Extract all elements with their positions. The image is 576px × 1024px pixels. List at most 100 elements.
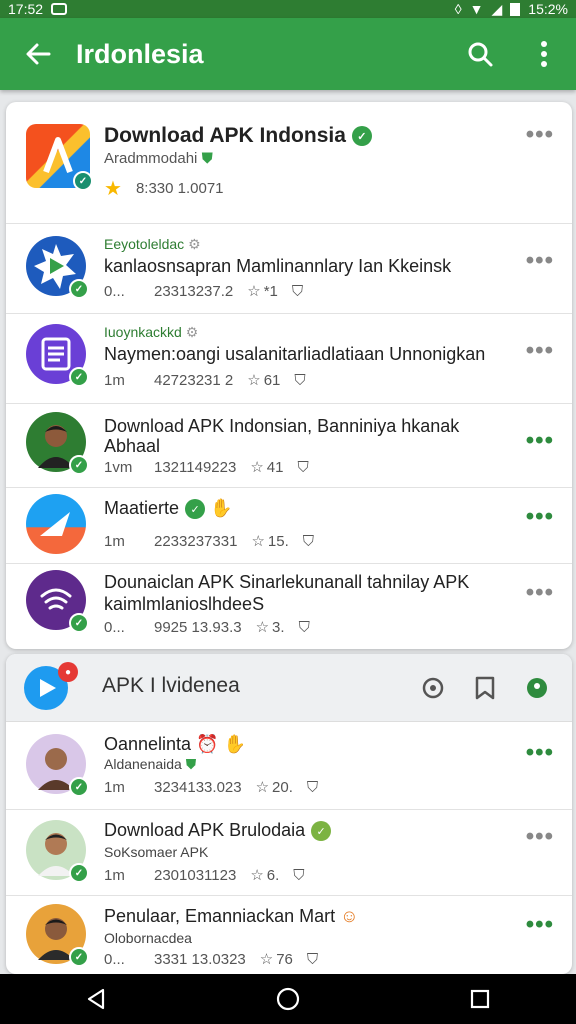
system-nav-bar xyxy=(0,974,576,1024)
verified-badge-icon: ✓ xyxy=(69,455,89,475)
app-meta: 0... 9925 13.93.3 ☆ 3. ⛉ xyxy=(104,618,502,637)
app-list-card: ✓ Download APK Indonsia ✓ Aradmmodahi ⛊ ★… xyxy=(6,102,572,649)
shield-icon: ⛉ xyxy=(302,532,315,550)
list-item[interactable]: ✓ Download APK Indonsian, Banniniya hkan… xyxy=(6,404,572,488)
more-button[interactable]: ••• xyxy=(526,249,554,273)
meta-prefix: 0... xyxy=(104,618,125,636)
verified-badge-icon: ✓ xyxy=(69,863,89,883)
location-pin-icon xyxy=(527,678,547,698)
avatar: ✓ xyxy=(26,904,89,967)
bookmark-button[interactable] xyxy=(470,673,500,703)
rating: ☆ 3. xyxy=(255,618,285,637)
section-card: ● APK I lvidenea ✓ Oannelinta ⏰ ✋ Aldane… xyxy=(6,654,572,974)
nav-recents-button[interactable] xyxy=(440,974,520,1024)
featured-app-developer: Aradmmodahi ⛊ xyxy=(104,150,213,167)
search-button[interactable] xyxy=(448,18,512,90)
battery-icon xyxy=(510,2,521,16)
meta-prefix: 1m xyxy=(104,866,125,884)
list-item[interactable]: ✓ Dounaiclan APK Sinarlekunanall tahnila… xyxy=(6,564,572,649)
avatar: ✓ xyxy=(26,412,89,475)
overflow-menu-button[interactable] xyxy=(512,18,576,90)
star-outline-icon: ☆ xyxy=(251,533,265,550)
emoji-icon: ☺ xyxy=(340,906,359,926)
more-button[interactable]: ••• xyxy=(526,339,554,363)
star-outline-icon: ☆ xyxy=(250,867,264,884)
featured-app-stats: ★ 8:330 1.0071 xyxy=(104,176,502,201)
app-meta: 1m 2233237331 ☆ 15. ⛉ xyxy=(104,532,502,551)
featured-stats-text: 8:330 1.0071 xyxy=(135,180,224,197)
status-time: 17:52 xyxy=(8,1,44,17)
meta-prefix: 0... xyxy=(104,282,125,300)
rating: ☆ 76 xyxy=(259,950,293,969)
star-outline-icon: ☆ xyxy=(255,619,270,636)
app-description: Naymen:oangi usalanitarliadlatiaan Unnon… xyxy=(104,344,486,364)
meta-prefix: 1m xyxy=(104,778,125,796)
page-title: Irdonlesia xyxy=(76,38,204,69)
refresh-button[interactable] xyxy=(418,673,448,703)
list-item[interactable]: ✓ Penulaar, Emanniackan Mart ☺ Olobornac… xyxy=(6,896,572,974)
featured-more-button[interactable]: ••• xyxy=(526,123,554,147)
battery-percent: 15:2% xyxy=(528,1,568,17)
hand-icon: ✋ xyxy=(223,734,246,754)
download-count: 2233237331 xyxy=(154,532,238,550)
download-count: 3234133.023 xyxy=(154,778,242,796)
featured-app-row[interactable]: ✓ Download APK Indonsia ✓ Aradmmodahi ⛊ ★… xyxy=(6,102,572,224)
meta-prefix: 0... xyxy=(104,950,125,968)
rating: ☆ 20. xyxy=(255,778,293,797)
arrow-left-icon xyxy=(26,43,51,65)
play-store-icon: ✓ xyxy=(26,236,89,299)
notification-icon xyxy=(51,3,68,15)
wifi-icon: ▼ xyxy=(469,1,484,17)
shield-icon: ⛉ xyxy=(306,778,319,796)
more-button[interactable]: ••• xyxy=(526,581,554,605)
rating: ☆ 61 xyxy=(247,371,281,390)
app-title: Penulaar, Emanniackan Mart ☺ xyxy=(104,906,359,926)
list-item[interactable]: ✓ Oannelinta ⏰ ✋ Aldanenaida ⛊ 1m 323413… xyxy=(6,722,572,810)
section-header: ● APK I lvidenea xyxy=(6,654,572,722)
app-meta: 0... 3331 13.0323 ☆ 76 ⛉ xyxy=(104,950,502,969)
avatar: ✓ xyxy=(26,734,89,797)
app-title: Maatierte ✓ ✋ xyxy=(104,498,233,520)
list-item[interactable]: ✓ Iuoynkackkd ⚙ Naymen:oangi usalanitarl… xyxy=(6,314,572,404)
location-button[interactable] xyxy=(522,673,552,703)
back-button[interactable] xyxy=(0,18,76,90)
list-item[interactable]: Maatierte ✓ ✋ 1m 2233237331 ☆ 15. ⛉ ••• xyxy=(6,488,572,564)
download-count: 42723231 2 xyxy=(154,371,234,389)
list-item[interactable]: ✓ Download APK Brulodaia ✓ SoKsomaer APK … xyxy=(6,810,572,896)
triangle-back-icon xyxy=(87,988,105,1010)
more-button[interactable]: ••• xyxy=(526,825,554,849)
app-subtitle: Olobornacdea xyxy=(104,930,192,946)
app-meta: 0... 23313237.2 ☆ *1 ⛉ xyxy=(104,282,502,301)
bookmark-icon xyxy=(475,676,495,700)
app-description: kanlaosnsapran Mamlinannlary Ian Kkeinsk xyxy=(104,256,452,276)
download-count: 3331 13.0323 xyxy=(154,950,246,968)
shield-icon: ⛉ xyxy=(298,618,310,636)
more-vert-icon xyxy=(541,41,547,67)
wifi-app-icon: ✓ xyxy=(26,570,89,633)
list-item[interactable]: ✓ Eeyotoleldac ⚙ kanlaosnsapran Mamlinan… xyxy=(6,224,572,314)
app-title: Eeyotoleldac ⚙ xyxy=(104,236,201,252)
shield-icon: ⛉ xyxy=(297,458,309,476)
star-icon: ★ xyxy=(104,178,122,200)
featured-app-title: Download APK Indonsia ✓ xyxy=(104,124,502,148)
more-button[interactable]: ••• xyxy=(526,741,554,765)
gear-icon: ⚙ xyxy=(188,236,201,252)
nav-back-button[interactable] xyxy=(56,974,136,1024)
section-title: APK I lvidenea xyxy=(102,674,240,697)
vibrate-icon: ◊ xyxy=(454,1,462,17)
app-description: Abhaal xyxy=(104,436,161,456)
notification-badge: ● xyxy=(58,662,78,682)
clock-icon: ⏰ xyxy=(196,734,219,754)
app-meta: 1m 42723231 2 ☆ 61 ⛉ xyxy=(104,371,502,390)
app-title: Iuoynkackkd ⚙ xyxy=(104,324,199,340)
nav-home-button[interactable] xyxy=(248,974,328,1024)
refresh-icon xyxy=(422,677,444,699)
more-button[interactable]: ••• xyxy=(526,913,554,937)
more-button[interactable]: ••• xyxy=(526,429,554,453)
verified-badge-icon: ✓ xyxy=(69,367,89,387)
rating: ☆ 15. xyxy=(251,532,289,551)
app-meta: 1m 2301031123 ☆ 6. ⛉ xyxy=(104,866,502,885)
more-button[interactable]: ••• xyxy=(526,505,554,529)
rating: ☆ 6. xyxy=(250,866,280,885)
shield-icon: ⛉ xyxy=(293,866,305,884)
